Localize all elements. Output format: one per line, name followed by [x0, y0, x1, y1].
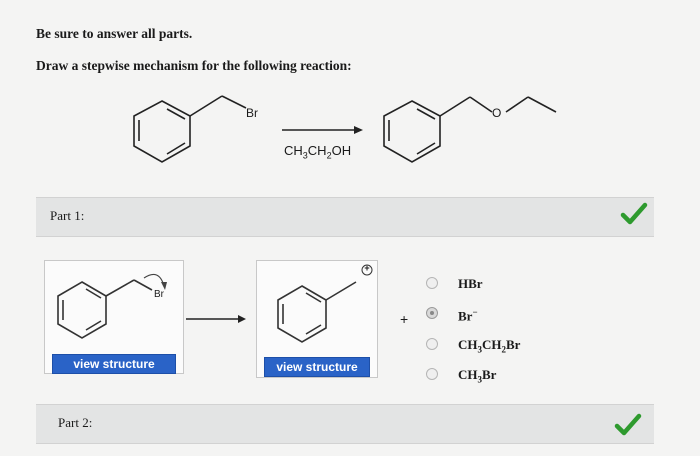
part2-header-bar	[36, 404, 654, 444]
option-label-ch3br: CH3Br	[458, 367, 497, 385]
step2-structure	[277, 264, 373, 343]
option-radio-hbr[interactable]	[426, 277, 438, 289]
option-label-br-anion: Br−	[458, 307, 478, 324]
step-arrow	[186, 315, 246, 323]
reagent-label: CH3CH2OH	[284, 143, 352, 161]
option-radio-ch3br[interactable]	[426, 368, 438, 380]
option-radio-ch3ch2br[interactable]	[426, 338, 438, 350]
view-structure-button-step2[interactable]: view structure	[264, 357, 370, 377]
view-structure-button-step1[interactable]: view structure	[52, 354, 176, 374]
option-radio-br-anion[interactable]	[426, 307, 438, 319]
step1-br-label: Br	[154, 289, 164, 300]
reactant-benzene-ring	[133, 95, 247, 163]
part1-check-icon	[620, 202, 648, 225]
option-label-hbr: HBr	[458, 276, 483, 291]
part1-header-bar	[36, 197, 654, 237]
carbocation-charge: +	[364, 263, 370, 273]
part2-label: Part 2:	[58, 415, 93, 430]
reactant-br-label: Br	[246, 106, 258, 120]
product-o-label: O	[492, 106, 502, 120]
part1-label: Part 1:	[50, 208, 85, 223]
reaction-scheme	[133, 95, 557, 163]
plus-sign: +	[400, 311, 409, 327]
step1-structure	[57, 273, 167, 339]
part2-check-icon	[614, 413, 642, 436]
product-benzene-ring	[383, 96, 557, 163]
reaction-arrow	[282, 126, 363, 134]
option-label-ch3ch2br: CH3CH2Br	[458, 337, 521, 355]
